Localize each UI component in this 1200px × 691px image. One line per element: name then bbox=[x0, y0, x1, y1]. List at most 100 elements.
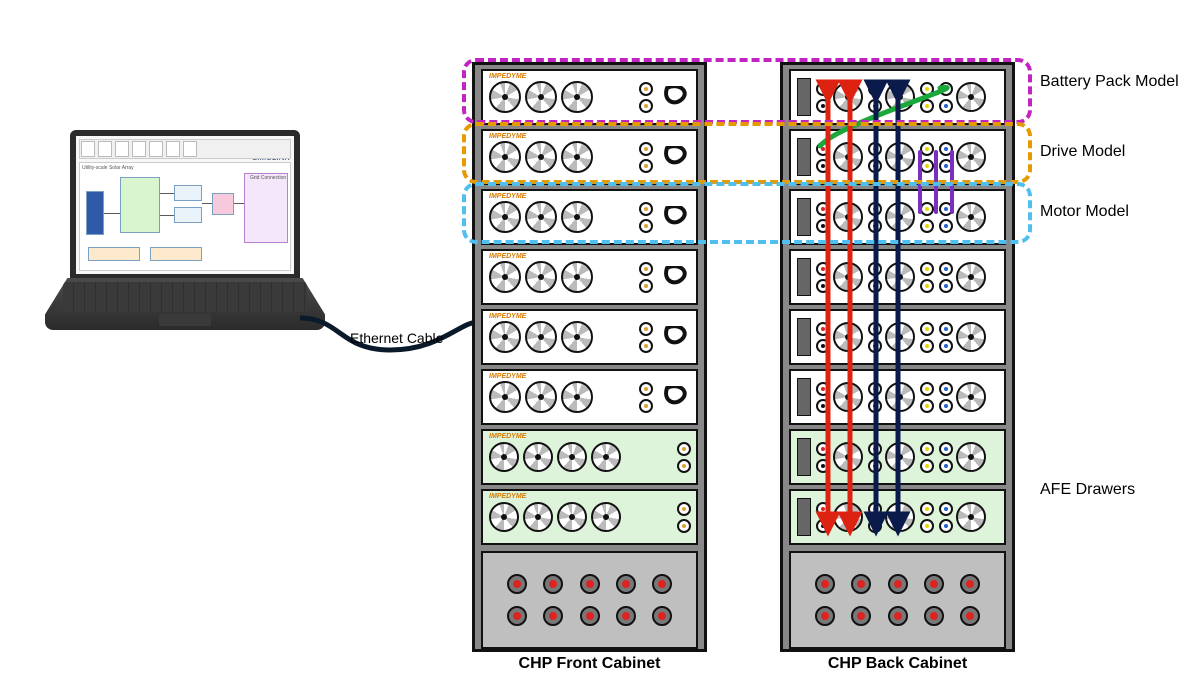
fan-icon bbox=[591, 442, 621, 472]
fan-icon bbox=[489, 81, 521, 113]
io-jack-icon bbox=[543, 574, 563, 594]
fan-icon bbox=[833, 322, 863, 352]
banana-jack-icon bbox=[920, 382, 934, 396]
drawer-brand: IMPEDYME bbox=[489, 373, 526, 380]
fan-icon bbox=[885, 502, 915, 532]
grid-block-label: Grid Connection bbox=[250, 175, 286, 181]
banana-jack-icon bbox=[639, 142, 653, 156]
fan-icon bbox=[525, 81, 557, 113]
io-jack-icon bbox=[815, 574, 835, 594]
banana-jack-icon bbox=[920, 99, 934, 113]
banana-jack-icon bbox=[639, 202, 653, 216]
fan-icon bbox=[561, 321, 593, 353]
banana-jack-icon bbox=[939, 159, 953, 173]
drawer-brand: IMPEDYME bbox=[489, 493, 526, 500]
fan-icon bbox=[591, 502, 621, 532]
banana-jack-icon bbox=[639, 279, 653, 293]
io-jack-icon bbox=[851, 574, 871, 594]
banana-jack-icon bbox=[677, 442, 691, 456]
chp-back-cabinet bbox=[780, 62, 1015, 652]
banana-jack-icon bbox=[639, 82, 653, 96]
io-jack-icon bbox=[507, 606, 527, 626]
fan-icon bbox=[885, 382, 915, 412]
fan-icon bbox=[956, 322, 986, 352]
banana-jack-icon bbox=[677, 459, 691, 473]
banana-jack-icon bbox=[920, 262, 934, 276]
fan-icon bbox=[885, 262, 915, 292]
banana-jack-icon bbox=[868, 399, 882, 413]
fan-icon bbox=[833, 142, 863, 172]
banana-jack-icon bbox=[868, 262, 882, 276]
io-jack-icon bbox=[616, 606, 636, 626]
back-drawer bbox=[789, 69, 1006, 125]
back-drawer bbox=[789, 249, 1006, 305]
banana-jack-icon bbox=[939, 339, 953, 353]
fan-icon bbox=[489, 442, 519, 472]
banana-jack-icon bbox=[639, 399, 653, 413]
fan-icon bbox=[525, 381, 557, 413]
banana-jack-icon bbox=[939, 262, 953, 276]
fan-icon bbox=[833, 82, 863, 112]
fan-icon bbox=[489, 381, 521, 413]
banana-jack-icon bbox=[939, 322, 953, 336]
banana-jack-icon bbox=[939, 459, 953, 473]
laptop-bezel: MATLAB SIMULINK Utility-scale Solar Arra… bbox=[70, 130, 300, 280]
banana-jack-icon bbox=[868, 382, 882, 396]
banana-jack-icon bbox=[639, 159, 653, 173]
cable-loop-icon bbox=[661, 326, 691, 348]
fan-icon bbox=[956, 142, 986, 172]
fan-icon bbox=[561, 81, 593, 113]
back-drawer bbox=[789, 129, 1006, 185]
back-afe-drawer bbox=[789, 489, 1006, 545]
label-drive: Drive Model bbox=[1040, 142, 1180, 161]
banana-jack-icon bbox=[868, 339, 882, 353]
cable-loop-icon bbox=[661, 386, 691, 408]
fan-icon bbox=[557, 442, 587, 472]
banana-jack-icon bbox=[920, 279, 934, 293]
fan-icon bbox=[525, 201, 557, 233]
laptop-screen: MATLAB SIMULINK Utility-scale Solar Arra… bbox=[76, 136, 294, 274]
banana-jack-icon bbox=[920, 442, 934, 456]
module-slot-icon bbox=[797, 78, 811, 116]
ethernet-label: Ethernet Cable bbox=[350, 330, 443, 346]
fan-icon bbox=[833, 202, 863, 232]
banana-jack-icon bbox=[816, 459, 830, 473]
module-slot-icon bbox=[797, 138, 811, 176]
fan-icon bbox=[956, 262, 986, 292]
back-cabinet-label: CHP Back Cabinet bbox=[780, 655, 1015, 673]
fan-icon bbox=[523, 502, 553, 532]
io-jack-icon bbox=[851, 606, 871, 626]
front-cabinet-label: CHP Front Cabinet bbox=[472, 655, 707, 673]
banana-jack-icon bbox=[939, 399, 953, 413]
fan-icon bbox=[489, 141, 521, 173]
io-jack-icon bbox=[616, 574, 636, 594]
fan-icon bbox=[523, 442, 553, 472]
fan-icon bbox=[561, 261, 593, 293]
front-drawer: IMPEDYME bbox=[481, 369, 698, 425]
module-slot-icon bbox=[797, 258, 811, 296]
io-jack-icon bbox=[888, 606, 908, 626]
banana-jack-icon bbox=[939, 142, 953, 156]
drawer-brand: IMPEDYME bbox=[489, 73, 526, 80]
banana-jack-icon bbox=[920, 399, 934, 413]
fan-icon bbox=[525, 261, 557, 293]
banana-jack-icon bbox=[939, 279, 953, 293]
banana-jack-icon bbox=[816, 519, 830, 533]
banana-jack-icon bbox=[639, 322, 653, 336]
laptop: MATLAB SIMULINK Utility-scale Solar Arra… bbox=[45, 130, 325, 330]
fan-icon bbox=[885, 442, 915, 472]
drawer-brand: IMPEDYME bbox=[489, 253, 526, 260]
model-title: Utility-scale Solar Array bbox=[82, 165, 134, 171]
io-jack-icon bbox=[960, 606, 980, 626]
fan-icon bbox=[833, 442, 863, 472]
banana-jack-icon bbox=[677, 502, 691, 516]
drawer-brand: IMPEDYME bbox=[489, 133, 526, 140]
front-drawer: IMPEDYME bbox=[481, 189, 698, 245]
banana-jack-icon bbox=[816, 159, 830, 173]
label-motor: Motor Model bbox=[1040, 202, 1180, 221]
front-drawer: IMPEDYME bbox=[481, 69, 698, 125]
io-jack-icon bbox=[652, 574, 672, 594]
banana-jack-icon bbox=[939, 82, 953, 96]
banana-jack-icon bbox=[868, 459, 882, 473]
laptop-base bbox=[45, 278, 325, 330]
